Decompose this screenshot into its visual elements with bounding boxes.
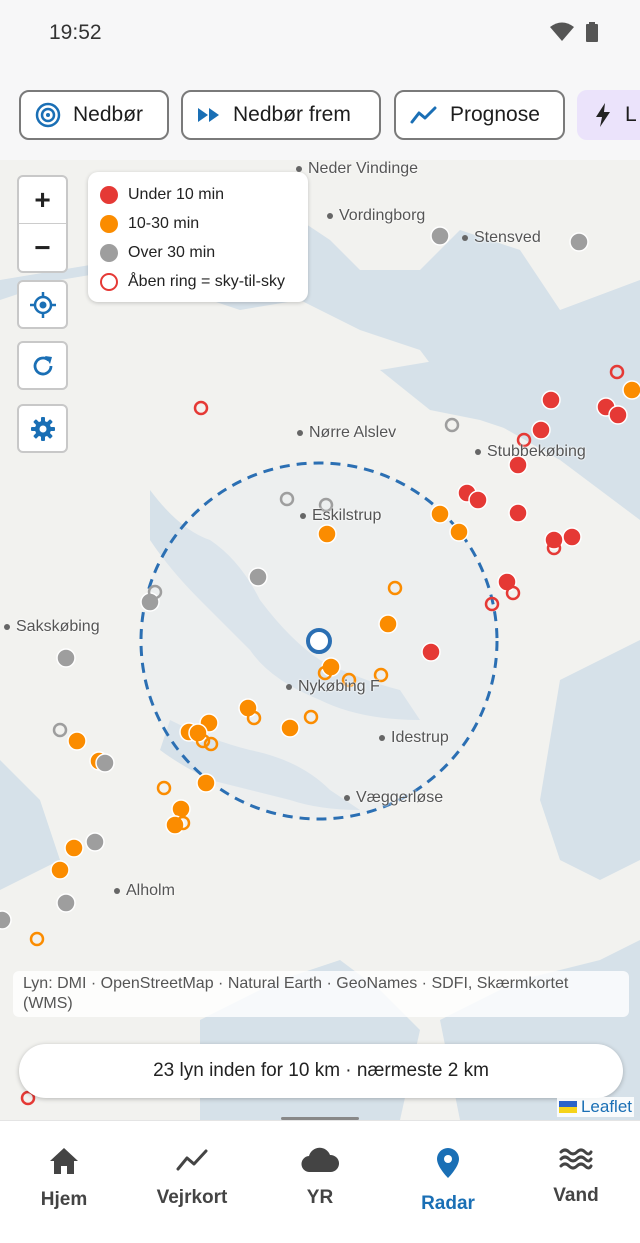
nav-item-hjem[interactable]: Hjem [0,1121,128,1243]
lightning-icon [596,103,610,127]
nav-label: Radar [421,1193,475,1214]
nav-label: Hjem [40,1189,88,1210]
legend-row: 10-30 min [100,209,296,238]
fast-forward-icon [198,108,219,122]
radar-icon [35,102,61,128]
home-icon [50,1148,78,1174]
place-label: Stensved [462,229,541,247]
settings-button[interactable] [17,404,68,453]
place-label: Alholm [114,882,175,900]
chip-label: Nedbør frem [233,103,351,126]
legend-swatch-ring [100,272,118,291]
chart-line-icon [176,1149,208,1171]
zoom-in-button[interactable]: + [19,177,66,224]
legend-row: Over 30 min [100,238,296,267]
nav-label: Vejrkort [156,1187,228,1208]
location-pin-icon [437,1148,459,1178]
legend-label: Under 10 min [128,185,225,203]
status-bar: 19:52 [0,0,640,66]
refresh-icon [33,355,52,375]
chip-prognose[interactable]: Prognose [394,90,565,140]
legend-swatch-grey [100,243,118,262]
legend-label: Åben ring = sky-til-sky [128,272,285,290]
chip-label: Nedbør [73,103,144,126]
place-label: Nørre Alslev [297,424,396,442]
map-attribution: Lyn: DMI · OpenStreetMap · Natural Earth… [13,971,629,1017]
lightning-map[interactable]: Neder Vindinge Vordingborg Stensved Nørr… [0,160,640,1120]
place-label: Stubbekøbing [475,443,586,461]
chip-label: Prognose [450,103,540,126]
legend-label: Over 30 min [128,243,216,261]
strike-summary[interactable]: 23 lyn inden for 10 km · nærmeste 2 km [19,1044,623,1098]
place-label: Nykøbing F [286,678,380,696]
legend-swatch-red [100,185,118,204]
nav-item-radar[interactable]: Radar [384,1121,512,1243]
wifi-icon [550,22,574,41]
nav-item-yr[interactable]: YR [256,1121,384,1243]
chip-nedbor-frem[interactable]: Nedbør frem [181,90,381,140]
gear-icon [30,416,55,441]
refresh-button[interactable] [17,341,68,390]
leaflet-link[interactable]: Leaflet [581,1097,632,1117]
waves-icon [559,1148,593,1170]
battery-icon [586,22,598,42]
place-label: Vordingborg [327,207,425,225]
zoom-control: + − [17,175,68,273]
strike-legend: Under 10 min 10-30 min Over 30 min Åben … [88,172,308,302]
chip-lyn[interactable]: L [577,90,640,140]
legend-row: Åben ring = sky-til-sky [100,267,296,296]
nav-item-vand[interactable]: Vand [512,1121,640,1243]
nav-item-vejrkort[interactable]: Vejrkort [128,1121,256,1243]
legend-row: Under 10 min [100,180,296,209]
chip-nedbor[interactable]: Nedbør [19,90,169,140]
cloud-icon [301,1147,339,1173]
zoom-out-button[interactable]: − [19,224,66,271]
status-time: 19:52 [49,21,102,44]
locate-icon [29,291,56,318]
place-label: Idestrup [379,729,449,747]
chip-label: L [625,103,637,126]
bottom-navigation: Hjem Vejrkort YR Radar Vand [0,1120,640,1243]
strike-summary-text: 23 lyn inden for 10 km · nærmeste 2 km [153,1060,489,1081]
place-label: Væggerløse [344,789,443,807]
nav-label: Vand [553,1185,599,1206]
layer-chip-bar: Nedbør Nedbør frem Prognose L [0,66,640,160]
legend-label: 10-30 min [128,214,200,232]
leaflet-attribution[interactable]: Leaflet [556,1097,634,1117]
place-label: Neder Vindinge [296,160,418,178]
locate-button[interactable] [17,280,68,329]
place-label: Sakskøbing [4,618,100,636]
ukraine-flag-icon [558,1101,577,1113]
status-icons [550,22,598,42]
legend-swatch-orange [100,214,118,233]
place-label: Eskilstrup [300,507,381,525]
nav-label: YR [306,1187,334,1208]
trend-line-icon [410,106,437,124]
